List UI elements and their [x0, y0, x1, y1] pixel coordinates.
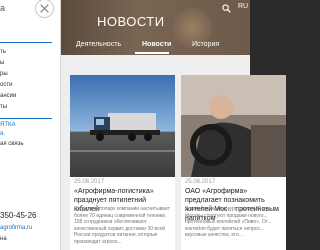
- drawer-banner-link-1[interactable]: ЯТКА: [0, 122, 16, 128]
- news-list: 25.08.2017 «Агрофирма-логистика» праздну…: [60, 55, 286, 250]
- news-date: 25.08.2017: [74, 179, 105, 185]
- drawer-banner-link-2[interactable]: я.: [0, 131, 5, 137]
- news-card[interactable]: 25.08.2017 ОАО «Агрофирма» предлагает по…: [181, 75, 286, 250]
- close-drawer-button[interactable]: [35, 0, 54, 18]
- phone-number[interactable]: 350-45-26: [0, 211, 36, 220]
- drawer-link-4[interactable]: ости: [0, 82, 12, 88]
- news-date: 25.08.2017: [185, 179, 216, 185]
- drawer-divider: [0, 42, 52, 43]
- news-tabs: Деятельность Новости История: [60, 38, 250, 55]
- news-card[interactable]: 25.08.2017 «Агрофирма-логистика» праздну…: [70, 75, 175, 250]
- tab-activity[interactable]: Деятельность: [76, 41, 121, 48]
- drawer-divider: [0, 118, 52, 119]
- active-tab-indicator: [135, 52, 169, 54]
- logo-fragment: а: [0, 3, 6, 13]
- drawer-feedback-link[interactable]: ая связь: [0, 141, 24, 147]
- driver-image: [181, 75, 286, 177]
- drawer-link-3[interactable]: ры: [0, 71, 8, 77]
- truck-image: [70, 75, 175, 177]
- drawer-link-6[interactable]: ты: [0, 104, 7, 110]
- page-title: НОВОСТИ: [97, 14, 165, 29]
- news-excerpt: Сегодня автопарк компании насчитывает бо…: [74, 206, 170, 245]
- drawer-link-5[interactable]: ансии: [0, 93, 16, 99]
- news-excerpt: В декабре нынешнего года в г.20 р... Мос…: [185, 206, 272, 238]
- email-link[interactable]: agrofirma.ru: [0, 225, 32, 231]
- tab-news[interactable]: Новости: [142, 41, 171, 48]
- tab-history[interactable]: История: [192, 41, 219, 48]
- drawer-link-2[interactable]: ы: [0, 60, 4, 66]
- language-switch[interactable]: RU: [238, 3, 248, 10]
- side-drawer: а ть ы ры ости ансии ты ЯТКА я. ая связь…: [0, 0, 61, 250]
- search-icon[interactable]: [222, 4, 231, 13]
- drawer-bottom-label: на: [0, 236, 7, 242]
- drawer-link-1[interactable]: ть: [0, 49, 6, 55]
